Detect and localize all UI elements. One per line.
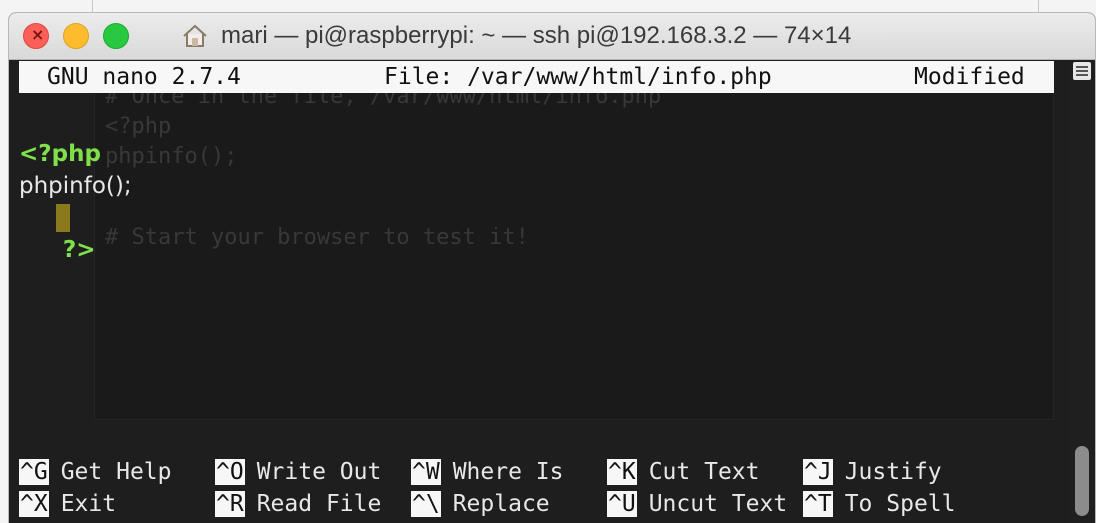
shortcut-justify[interactable]: ^J Justify xyxy=(803,457,942,487)
ghost-text-line: <?php xyxy=(105,114,172,139)
shortcut-key: ^T xyxy=(803,491,833,517)
shortcut-label: Read File xyxy=(256,491,382,517)
shortcut-key: ^G xyxy=(19,459,49,485)
shortcut-exit[interactable]: ^X Exit xyxy=(19,489,116,519)
shortcut-key: ^X xyxy=(19,491,49,517)
ghost-text-line: phpinfo(); xyxy=(105,144,238,169)
scrollbar-thumb[interactable] xyxy=(1075,446,1089,516)
scrollbar[interactable] xyxy=(1069,60,1095,523)
shortcut-label: Replace xyxy=(452,491,550,517)
shortcut-uncut-text[interactable]: ^U Uncut Text xyxy=(607,489,787,519)
shortcut-get-help[interactable]: ^G Get Help xyxy=(19,457,171,487)
shortcut-label: Where Is xyxy=(452,459,564,485)
editor-line-1[interactable]: <?php xyxy=(19,138,101,170)
shortcut-key: ^U xyxy=(607,491,637,517)
split-icon xyxy=(1076,74,1088,76)
shortcut-to-spell[interactable]: ^T To Spell xyxy=(803,489,955,519)
shortcut-replace[interactable]: ^\ Replace xyxy=(411,489,550,519)
shortcut-key: ^W xyxy=(411,459,441,485)
text-cursor xyxy=(56,204,70,232)
window-title: mari — pi@raspberrypi: ~ — ssh pi@192.16… xyxy=(221,22,852,49)
shortcut-key: ^O xyxy=(215,459,245,485)
shortcut-cut-text[interactable]: ^K Cut Text xyxy=(607,457,759,487)
shortcut-key: ^\ xyxy=(411,491,441,517)
editor-line-3[interactable]: ?> xyxy=(19,202,96,263)
inactive-pane xyxy=(94,80,1054,420)
terminal-window: × mari — pi@raspberrypi: ~ — ssh pi@192.… xyxy=(8,12,1096,523)
shortcut-write-out[interactable]: ^O Write Out xyxy=(215,457,381,487)
shortcut-key: ^J xyxy=(803,459,833,485)
editor-line-3-text: ?> xyxy=(62,237,96,263)
shortcut-where-is[interactable]: ^W Where Is xyxy=(411,457,563,487)
shortcut-read-file[interactable]: ^R Read File xyxy=(215,489,381,519)
split-icon xyxy=(1076,70,1088,72)
nano-header-bar: GNU nano 2.7.4 File: /var/www/html/info.… xyxy=(19,61,1054,93)
nano-version: GNU nano 2.7.4 xyxy=(47,64,241,90)
split-pane-button[interactable] xyxy=(1073,62,1091,80)
shortcut-key: ^K xyxy=(607,459,637,485)
terminal-content[interactable]: # Once in the file, /var/www/html/info.p… xyxy=(9,60,1069,523)
shortcut-key: ^R xyxy=(215,491,245,517)
title-bar[interactable]: × mari — pi@raspberrypi: ~ — ssh pi@192.… xyxy=(9,13,1095,60)
nano-filename: File: /var/www/html/info.php xyxy=(384,64,772,90)
split-icon xyxy=(1076,66,1088,68)
close-window-button[interactable]: × xyxy=(23,23,49,49)
shortcut-label: To Spell xyxy=(844,491,956,517)
home-icon xyxy=(183,24,207,47)
minimize-window-button[interactable] xyxy=(63,23,89,49)
shortcut-label: Exit xyxy=(60,491,117,517)
shortcut-label: Justify xyxy=(844,459,942,485)
ghost-text-line: # Start your browser to test it! xyxy=(105,225,529,250)
window-title-area: mari — pi@raspberrypi: ~ — ssh pi@192.16… xyxy=(181,21,851,51)
shortcut-label: Write Out xyxy=(256,459,382,485)
close-icon: × xyxy=(31,25,45,44)
shortcut-label: Get Help xyxy=(60,459,172,485)
editor-line-2[interactable]: phpinfo(); xyxy=(19,170,132,202)
nano-modified-status: Modified xyxy=(914,64,1025,90)
shortcut-label: Uncut Text xyxy=(648,491,788,517)
zoom-window-button[interactable] xyxy=(103,23,129,49)
shortcut-label: Cut Text xyxy=(648,459,760,485)
